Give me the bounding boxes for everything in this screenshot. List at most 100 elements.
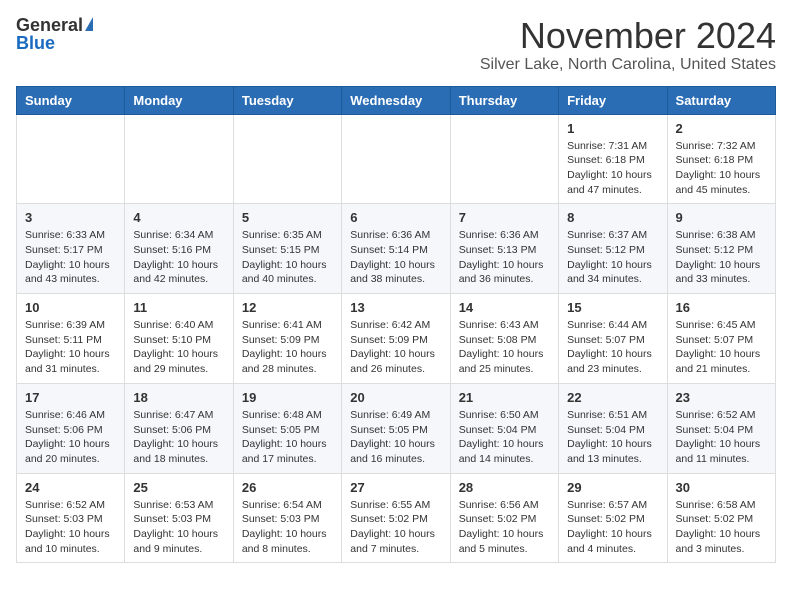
calendar-cell: 1Sunrise: 7:31 AM Sunset: 6:18 PM Daylig… (559, 114, 667, 204)
day-info: Sunrise: 6:56 AM Sunset: 5:02 PM Dayligh… (459, 498, 550, 557)
day-number: 22 (567, 390, 658, 405)
day-number: 12 (242, 300, 333, 315)
day-info: Sunrise: 6:55 AM Sunset: 5:02 PM Dayligh… (350, 498, 441, 557)
day-number: 7 (459, 210, 550, 225)
day-number: 1 (567, 121, 658, 136)
day-number: 19 (242, 390, 333, 405)
calendar-cell (17, 114, 125, 204)
day-info: Sunrise: 6:36 AM Sunset: 5:13 PM Dayligh… (459, 228, 550, 287)
day-number: 9 (676, 210, 767, 225)
day-number: 8 (567, 210, 658, 225)
calendar-cell: 14 Sunrise: 6:43 AM Sunset: 5:08 PM Dayli… (450, 294, 558, 384)
day-info: Sunrise: 6:45 AM Sunset: 5:07 PM Dayligh… (676, 318, 767, 377)
day-info: Sunrise: 6:53 AM Sunset: 5:03 PM Dayligh… (133, 498, 224, 557)
weekday-header-saturday: Saturday (667, 86, 775, 114)
day-info: Sunrise: 6:43 AM Sunset: 5:08 PM Dayligh… (459, 318, 550, 377)
day-info: Sunrise: 6:42 AM Sunset: 5:09 PM Dayligh… (350, 318, 441, 377)
calendar-cell (342, 114, 450, 204)
calendar-cell: 19 Sunrise: 6:48 AM Sunset: 5:05 PM Dayli… (233, 383, 341, 473)
weekday-header-friday: Friday (559, 86, 667, 114)
weekday-header-sunday: Sunday (17, 86, 125, 114)
weekday-header-row: SundayMondayTuesdayWednesdayThursdayFrid… (17, 86, 776, 114)
weekday-header-thursday: Thursday (450, 86, 558, 114)
day-info: Sunrise: 6:36 AM Sunset: 5:14 PM Dayligh… (350, 228, 441, 287)
day-info: Sunrise: 6:35 AM Sunset: 5:15 PM Dayligh… (242, 228, 333, 287)
weekday-header-wednesday: Wednesday (342, 86, 450, 114)
day-number: 2 (676, 121, 767, 136)
weekday-header-tuesday: Tuesday (233, 86, 341, 114)
week-row-2: 3Sunrise: 6:33 AM Sunset: 5:17 PM Daylig… (17, 204, 776, 294)
calendar-cell: 28 Sunrise: 6:56 AM Sunset: 5:02 PM Dayli… (450, 473, 558, 563)
day-number: 16 (676, 300, 767, 315)
day-info: Sunrise: 6:44 AM Sunset: 5:07 PM Dayligh… (567, 318, 658, 377)
calendar-cell: 2Sunrise: 7:32 AM Sunset: 6:18 PM Daylig… (667, 114, 775, 204)
day-number: 11 (133, 300, 224, 315)
calendar-cell: 27 Sunrise: 6:55 AM Sunset: 5:02 PM Dayli… (342, 473, 450, 563)
day-number: 26 (242, 480, 333, 495)
day-info: Sunrise: 6:51 AM Sunset: 5:04 PM Dayligh… (567, 408, 658, 467)
calendar-cell: 23Sunrise: 6:52 AM Sunset: 5:04 PM Dayli… (667, 383, 775, 473)
day-info: Sunrise: 6:40 AM Sunset: 5:10 PM Dayligh… (133, 318, 224, 377)
day-info: Sunrise: 6:46 AM Sunset: 5:06 PM Dayligh… (25, 408, 116, 467)
day-number: 4 (133, 210, 224, 225)
day-info: Sunrise: 6:50 AM Sunset: 5:04 PM Dayligh… (459, 408, 550, 467)
day-number: 25 (133, 480, 224, 495)
page-header: General Blue November 2024 Silver Lake, … (16, 16, 776, 74)
calendar-cell: 8 Sunrise: 6:37 AM Sunset: 5:12 PM Daylig… (559, 204, 667, 294)
day-number: 21 (459, 390, 550, 405)
day-number: 23 (676, 390, 767, 405)
calendar-cell: 21 Sunrise: 6:50 AM Sunset: 5:04 PM Dayli… (450, 383, 558, 473)
calendar-cell (450, 114, 558, 204)
day-info: Sunrise: 6:47 AM Sunset: 5:06 PM Dayligh… (133, 408, 224, 467)
day-info: Sunrise: 6:37 AM Sunset: 5:12 PM Dayligh… (567, 228, 658, 287)
day-number: 5 (242, 210, 333, 225)
calendar-cell: 26 Sunrise: 6:54 AM Sunset: 5:03 PM Dayli… (233, 473, 341, 563)
logo: General Blue (16, 16, 93, 52)
calendar-cell: 30 Sunrise: 6:58 AM Sunset: 5:02 PM Dayli… (667, 473, 775, 563)
calendar-cell (233, 114, 341, 204)
day-number: 28 (459, 480, 550, 495)
day-info: Sunrise: 6:34 AM Sunset: 5:16 PM Dayligh… (133, 228, 224, 287)
day-info: Sunrise: 6:49 AM Sunset: 5:05 PM Dayligh… (350, 408, 441, 467)
calendar-cell: 20 Sunrise: 6:49 AM Sunset: 5:05 PM Dayli… (342, 383, 450, 473)
day-info: Sunrise: 6:48 AM Sunset: 5:05 PM Dayligh… (242, 408, 333, 467)
week-row-5: 24Sunrise: 6:52 AM Sunset: 5:03 PM Dayli… (17, 473, 776, 563)
calendar-cell: 5 Sunrise: 6:35 AM Sunset: 5:15 PM Daylig… (233, 204, 341, 294)
location-subtitle: Silver Lake, North Carolina, United Stat… (480, 56, 776, 74)
calendar-cell: 9Sunrise: 6:38 AM Sunset: 5:12 PM Daylig… (667, 204, 775, 294)
calendar-cell: 25 Sunrise: 6:53 AM Sunset: 5:03 PM Dayli… (125, 473, 233, 563)
calendar-cell: 18 Sunrise: 6:47 AM Sunset: 5:06 PM Dayli… (125, 383, 233, 473)
day-number: 20 (350, 390, 441, 405)
calendar-cell: 6 Sunrise: 6:36 AM Sunset: 5:14 PM Daylig… (342, 204, 450, 294)
calendar-cell: 24Sunrise: 6:52 AM Sunset: 5:03 PM Dayli… (17, 473, 125, 563)
day-info: Sunrise: 6:58 AM Sunset: 5:02 PM Dayligh… (676, 498, 767, 557)
calendar-table: SundayMondayTuesdayWednesdayThursdayFrid… (16, 86, 776, 564)
day-number: 6 (350, 210, 441, 225)
calendar-cell: 4 Sunrise: 6:34 AM Sunset: 5:16 PM Daylig… (125, 204, 233, 294)
day-number: 14 (459, 300, 550, 315)
day-info: Sunrise: 6:54 AM Sunset: 5:03 PM Dayligh… (242, 498, 333, 557)
day-number: 18 (133, 390, 224, 405)
day-number: 27 (350, 480, 441, 495)
calendar-cell: 10 Sunrise: 6:39 AM Sunset: 5:11 PM Dayli… (17, 294, 125, 384)
calendar-cell: 3Sunrise: 6:33 AM Sunset: 5:17 PM Daylig… (17, 204, 125, 294)
day-number: 15 (567, 300, 658, 315)
week-row-3: 10 Sunrise: 6:39 AM Sunset: 5:11 PM Dayli… (17, 294, 776, 384)
calendar-cell: 15 Sunrise: 6:44 AM Sunset: 5:07 PM Dayli… (559, 294, 667, 384)
day-number: 3 (25, 210, 116, 225)
calendar-cell (125, 114, 233, 204)
day-number: 10 (25, 300, 116, 315)
logo-general-text: General (16, 16, 83, 34)
calendar-cell: 11 Sunrise: 6:40 AM Sunset: 5:10 PM Dayli… (125, 294, 233, 384)
week-row-4: 17Sunrise: 6:46 AM Sunset: 5:06 PM Dayli… (17, 383, 776, 473)
weekday-header-monday: Monday (125, 86, 233, 114)
calendar-cell: 7 Sunrise: 6:36 AM Sunset: 5:13 PM Daylig… (450, 204, 558, 294)
calendar-cell: 16 Sunrise: 6:45 AM Sunset: 5:07 PM Dayli… (667, 294, 775, 384)
day-number: 30 (676, 480, 767, 495)
day-info: Sunrise: 6:52 AM Sunset: 5:03 PM Dayligh… (25, 498, 116, 557)
month-title: November 2024 (480, 16, 776, 56)
day-info: Sunrise: 6:57 AM Sunset: 5:02 PM Dayligh… (567, 498, 658, 557)
title-block: November 2024 Silver Lake, North Carolin… (480, 16, 776, 74)
day-number: 13 (350, 300, 441, 315)
day-info: Sunrise: 6:39 AM Sunset: 5:11 PM Dayligh… (25, 318, 116, 377)
